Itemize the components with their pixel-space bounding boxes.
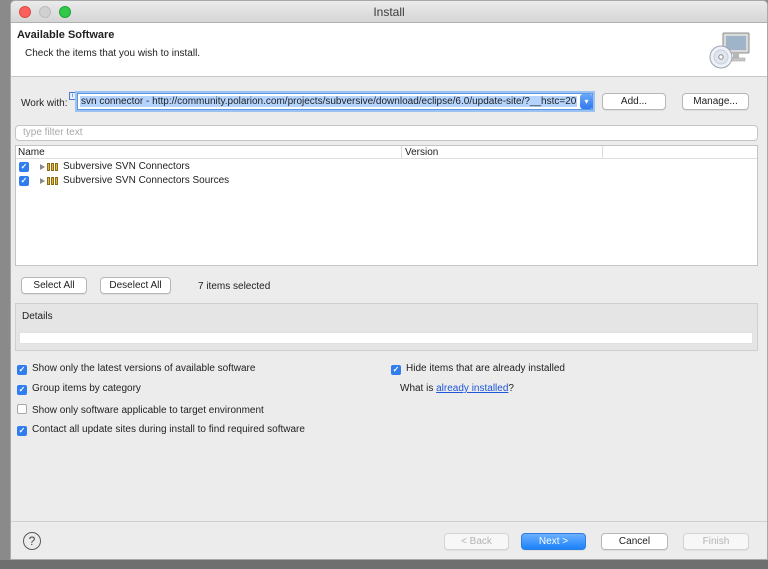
select-all-button[interactable]: Select All — [21, 277, 87, 294]
feature-package-icon — [47, 163, 61, 171]
option-target-environment[interactable]: Show only software applicable to target … — [17, 404, 264, 416]
footer-divider — [11, 521, 767, 522]
help-icon[interactable]: ? — [23, 532, 41, 550]
deselect-all-button[interactable]: Deselect All — [100, 277, 171, 294]
checkbox-checked-icon[interactable]: ✓ — [19, 176, 29, 186]
finish-button[interactable]: Finish — [683, 533, 749, 550]
checkbox-checked-icon[interactable]: ✓ — [17, 385, 27, 395]
column-version-header[interactable]: Version — [405, 147, 438, 158]
window-title: Install — [373, 5, 405, 19]
column-separator[interactable] — [401, 146, 402, 159]
expand-arrow-icon[interactable] — [40, 178, 45, 184]
wizard-header: Available Software Check the items that … — [11, 23, 767, 77]
install-dialog: Install Available Software Check the ite… — [10, 0, 768, 560]
work-with-combo[interactable]: svn connector - http://community.polario… — [77, 93, 593, 110]
background-window-strip — [0, 560, 768, 569]
work-with-label: Work with: — [21, 98, 68, 109]
tree-row[interactable]: ✓ Subversive SVN Connectors — [16, 160, 757, 174]
tree-item-label: Subversive SVN Connectors — [63, 161, 190, 172]
details-label: Details — [22, 311, 53, 322]
title-bar[interactable]: Install — [11, 1, 767, 23]
option-label: Show only the latest versions of availab… — [32, 363, 256, 374]
filter-input[interactable]: type filter text — [15, 125, 758, 141]
expand-arrow-icon[interactable] — [40, 164, 45, 170]
already-installed-link[interactable]: already installed — [436, 383, 508, 394]
next-button[interactable]: Next > — [521, 533, 586, 550]
software-tree[interactable]: Name Version ✓ Subversive SVN Connectors… — [15, 145, 758, 266]
info-icon: i — [69, 92, 76, 100]
what-is-prefix: What is — [400, 383, 437, 394]
page-description: Check the items that you wish to install… — [25, 48, 201, 59]
column-name-header[interactable]: Name — [18, 147, 45, 158]
column-separator[interactable] — [602, 146, 603, 159]
details-text — [19, 332, 753, 344]
manage-sites-button[interactable]: Manage... — [682, 93, 749, 110]
option-label: Hide items that are already installed — [406, 363, 565, 374]
chevron-down-icon[interactable]: ▾ — [580, 94, 593, 109]
checkbox-unchecked-icon[interactable] — [17, 404, 27, 414]
option-label: Group items by category — [32, 383, 141, 394]
option-label: Contact all update sites during install … — [32, 424, 305, 435]
details-group: Details — [15, 303, 758, 351]
option-group-by-category[interactable]: ✓ Group items by category — [17, 383, 141, 395]
option-contact-update-sites[interactable]: ✓ Contact all update sites during install… — [17, 424, 305, 436]
install-cd-monitor-icon — [709, 32, 750, 69]
checkbox-checked-icon[interactable]: ✓ — [17, 426, 27, 436]
selection-status: 7 items selected — [198, 281, 271, 292]
tree-header: Name Version — [16, 146, 757, 159]
checkbox-checked-icon[interactable]: ✓ — [19, 162, 29, 172]
add-site-button[interactable]: Add... — [602, 93, 666, 110]
option-hide-installed[interactable]: ✓ Hide items that are already installed — [391, 363, 565, 375]
option-latest-versions[interactable]: ✓ Show only the latest versions of availa… — [17, 363, 255, 375]
cancel-button[interactable]: Cancel — [601, 533, 668, 550]
checkbox-checked-icon[interactable]: ✓ — [391, 365, 401, 375]
what-is-installed-text: What is already installed? — [400, 383, 514, 394]
what-is-suffix: ? — [508, 383, 514, 394]
page-title: Available Software — [17, 29, 115, 41]
back-button[interactable]: < Back — [444, 533, 509, 550]
tree-row[interactable]: ✓ Subversive SVN Connectors Sources — [16, 174, 757, 188]
work-with-value: svn connector - http://community.polario… — [80, 96, 578, 107]
feature-package-icon — [47, 177, 61, 185]
option-label: Show only software applicable to target … — [32, 405, 264, 416]
checkbox-checked-icon[interactable]: ✓ — [17, 365, 27, 375]
tree-item-label: Subversive SVN Connectors Sources — [63, 175, 230, 186]
